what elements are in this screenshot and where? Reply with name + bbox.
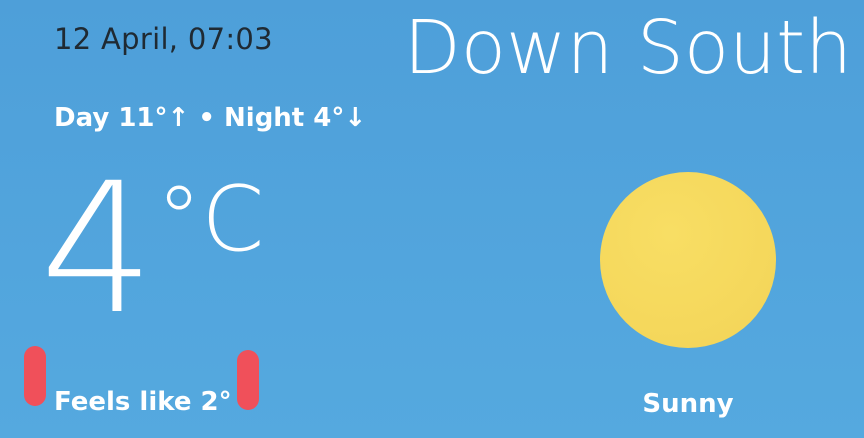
day-night-forecast: Day 11°↑ • Night 4°↓ bbox=[54, 103, 367, 133]
temperature-value: 4 bbox=[40, 145, 155, 354]
red-marker-right bbox=[237, 350, 259, 410]
location-title: Down South bbox=[403, 5, 852, 91]
sun-icon bbox=[600, 172, 776, 348]
date-time: 12 April, 07:03 bbox=[54, 22, 273, 56]
feels-like: Feels like 2° bbox=[54, 387, 232, 417]
temperature-unit: °C bbox=[156, 167, 265, 272]
current-temperature: 4 °C bbox=[40, 150, 264, 350]
red-marker-left bbox=[24, 346, 46, 406]
weather-condition: Sunny bbox=[642, 389, 734, 419]
weather-card: 12 April, 07:03 Down South Day 11°↑ • Ni… bbox=[0, 0, 864, 438]
